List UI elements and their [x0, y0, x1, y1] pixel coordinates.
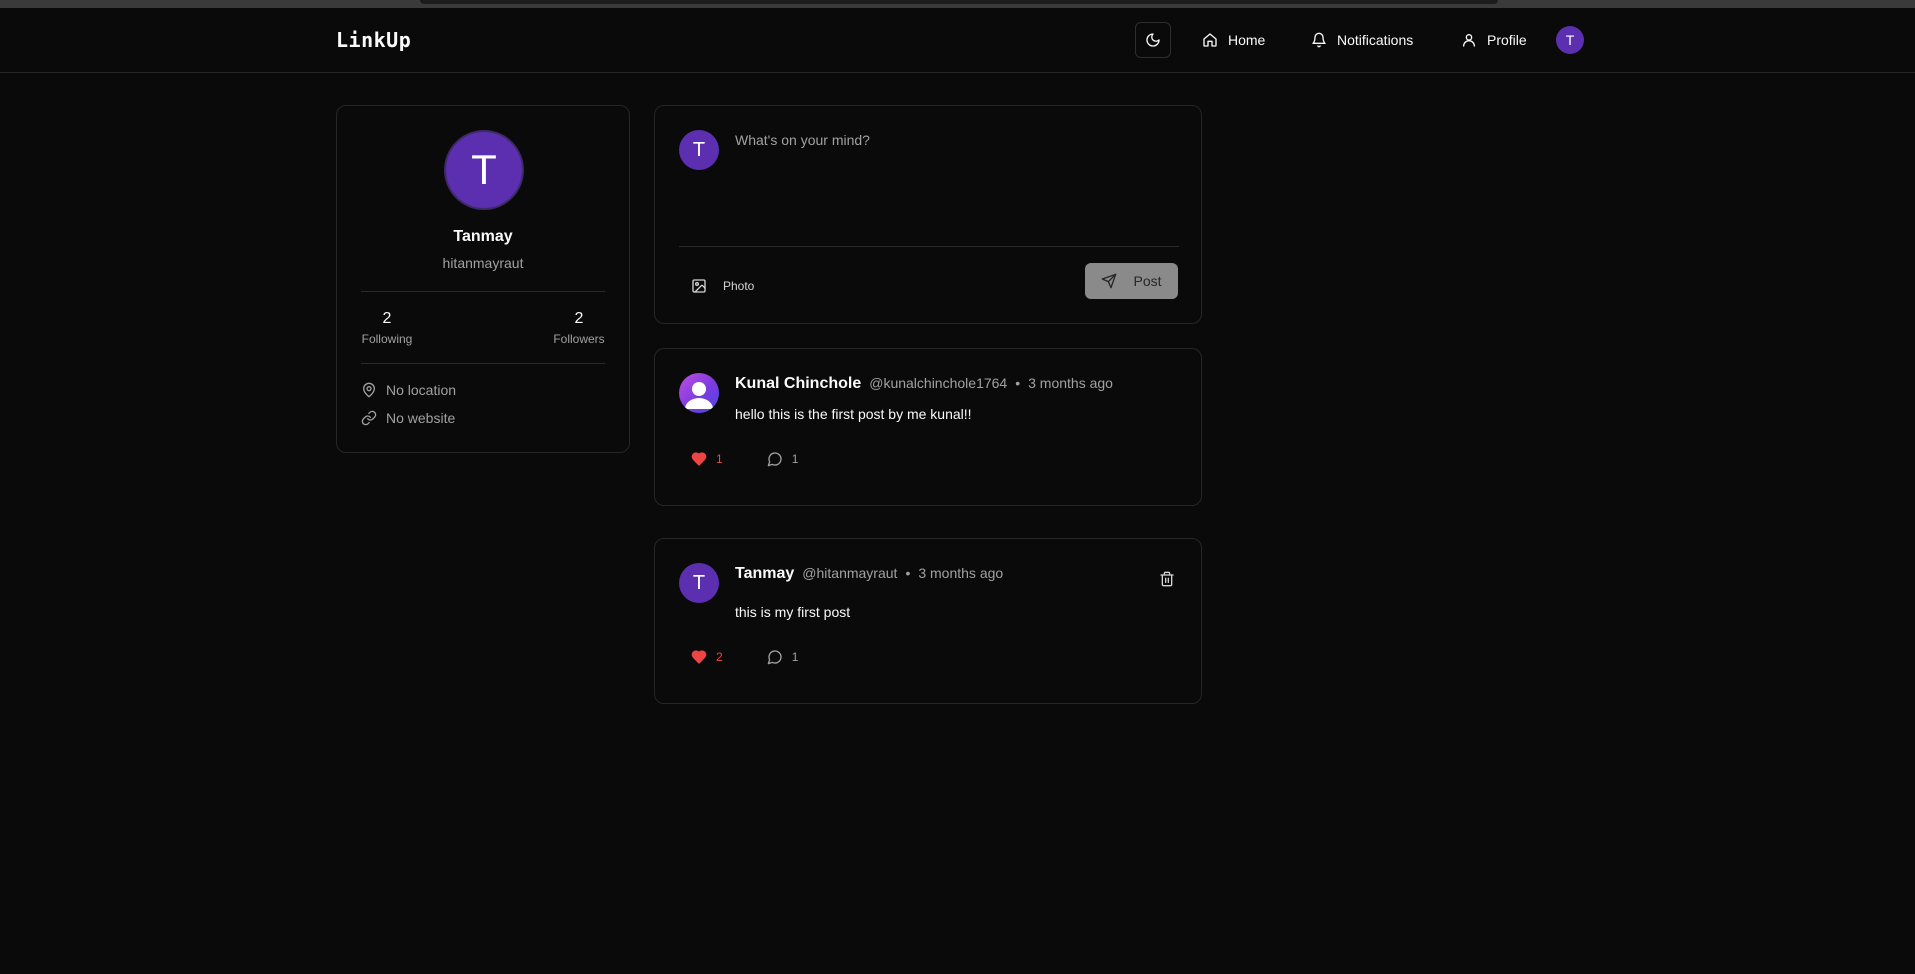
heart-icon: [691, 649, 707, 665]
like-button[interactable]: 2: [683, 643, 731, 671]
nav-home-label: Home: [1228, 32, 1266, 48]
post-actions: 1 1: [683, 445, 806, 473]
add-photo-button[interactable]: Photo: [683, 270, 762, 302]
home-icon: [1202, 32, 1218, 48]
post-text-input[interactable]: [735, 132, 1175, 222]
comment-count: 1: [791, 650, 799, 664]
app-logo[interactable]: LinkUp: [336, 28, 411, 52]
top-navbar: LinkUp Home Notifications Profile T: [0, 8, 1915, 73]
post-timestamp: 3 months ago: [918, 565, 1004, 581]
delete-post-button[interactable]: [1157, 569, 1177, 589]
comment-button[interactable]: 1: [759, 445, 807, 473]
website-text: No website: [386, 410, 456, 426]
composer-divider: [679, 246, 1179, 247]
default-user-icon: [679, 373, 719, 413]
like-count: 2: [716, 650, 723, 664]
photo-label: Photo: [723, 279, 755, 293]
comment-count: 1: [791, 452, 799, 466]
post-header: Tanmay @hitanmayraut • 3 months ago: [735, 565, 1003, 583]
map-pin-icon: [361, 382, 377, 398]
bell-icon: [1311, 32, 1327, 48]
nav-profile-link[interactable]: Profile: [1461, 28, 1527, 52]
location-row: No location: [361, 382, 456, 398]
post-card: T Tanmay @hitanmayraut • 3 months ago th…: [654, 538, 1202, 704]
comment-icon: [767, 451, 783, 467]
trash-icon: [1159, 571, 1175, 587]
following-stat: 2 Following: [361, 310, 413, 346]
post-author-handle: @kunalchinchole1764: [869, 375, 1008, 391]
post-card: Kunal Chinchole @kunalchinchole1764 • 3 …: [654, 348, 1202, 506]
user-icon: [1461, 32, 1477, 48]
post-button-label: Post: [1133, 273, 1162, 289]
nav-profile-label: Profile: [1487, 32, 1527, 48]
following-count: 2: [382, 310, 392, 327]
user-avatar-button[interactable]: T: [1556, 26, 1584, 54]
post-composer: T Photo Post: [654, 105, 1202, 324]
following-label: Following: [361, 332, 413, 346]
browser-scroll-bar: [420, 0, 1498, 4]
post-content: this is my first post: [735, 604, 851, 620]
post-author-avatar[interactable]: [679, 373, 719, 413]
browser-top-strip: [0, 0, 1915, 8]
theme-toggle-button[interactable]: [1135, 22, 1171, 58]
post-content: hello this is the first post by me kunal…: [735, 406, 972, 422]
nav-home-link[interactable]: Home: [1202, 28, 1265, 52]
post-author-name[interactable]: Kunal Chinchole: [735, 375, 861, 393]
profile-divider-top: [361, 291, 605, 292]
nav-notifications-link[interactable]: Notifications: [1311, 28, 1413, 52]
heart-icon: [691, 451, 707, 467]
followers-stat: 2 Followers: [553, 310, 605, 346]
comment-button[interactable]: 1: [759, 643, 807, 671]
followers-count: 2: [574, 310, 584, 327]
profile-card: T Tanmay hitanmayraut 2 Following 2 Foll…: [336, 105, 630, 453]
like-count: 1: [716, 452, 723, 466]
comment-icon: [767, 649, 783, 665]
send-icon: [1101, 273, 1117, 289]
moon-icon: [1145, 32, 1161, 48]
post-author-name[interactable]: Tanmay: [735, 565, 794, 583]
composer-avatar: T: [679, 130, 719, 170]
submit-post-button[interactable]: Post: [1085, 263, 1178, 299]
profile-name[interactable]: Tanmay: [337, 228, 629, 246]
post-author-handle: @hitanmayraut: [802, 565, 898, 581]
profile-avatar[interactable]: T: [444, 130, 524, 210]
post-timestamp: 3 months ago: [1028, 375, 1113, 391]
location-text: No location: [386, 382, 457, 398]
image-icon: [691, 278, 707, 294]
profile-username: hitanmayraut: [442, 255, 524, 271]
post-header: Kunal Chinchole @kunalchinchole1764 • 3 …: [735, 375, 1113, 393]
profile-divider-bottom: [361, 363, 605, 364]
post-author-avatar[interactable]: T: [679, 563, 719, 603]
post-meta-separator: •: [905, 565, 911, 581]
like-button[interactable]: 1: [683, 445, 731, 473]
followers-label: Followers: [553, 332, 605, 346]
website-row: No website: [361, 410, 455, 426]
nav-notifications-label: Notifications: [1337, 32, 1414, 48]
post-actions: 2 1: [683, 643, 806, 671]
link-icon: [361, 410, 377, 426]
post-meta-separator: •: [1015, 375, 1021, 391]
